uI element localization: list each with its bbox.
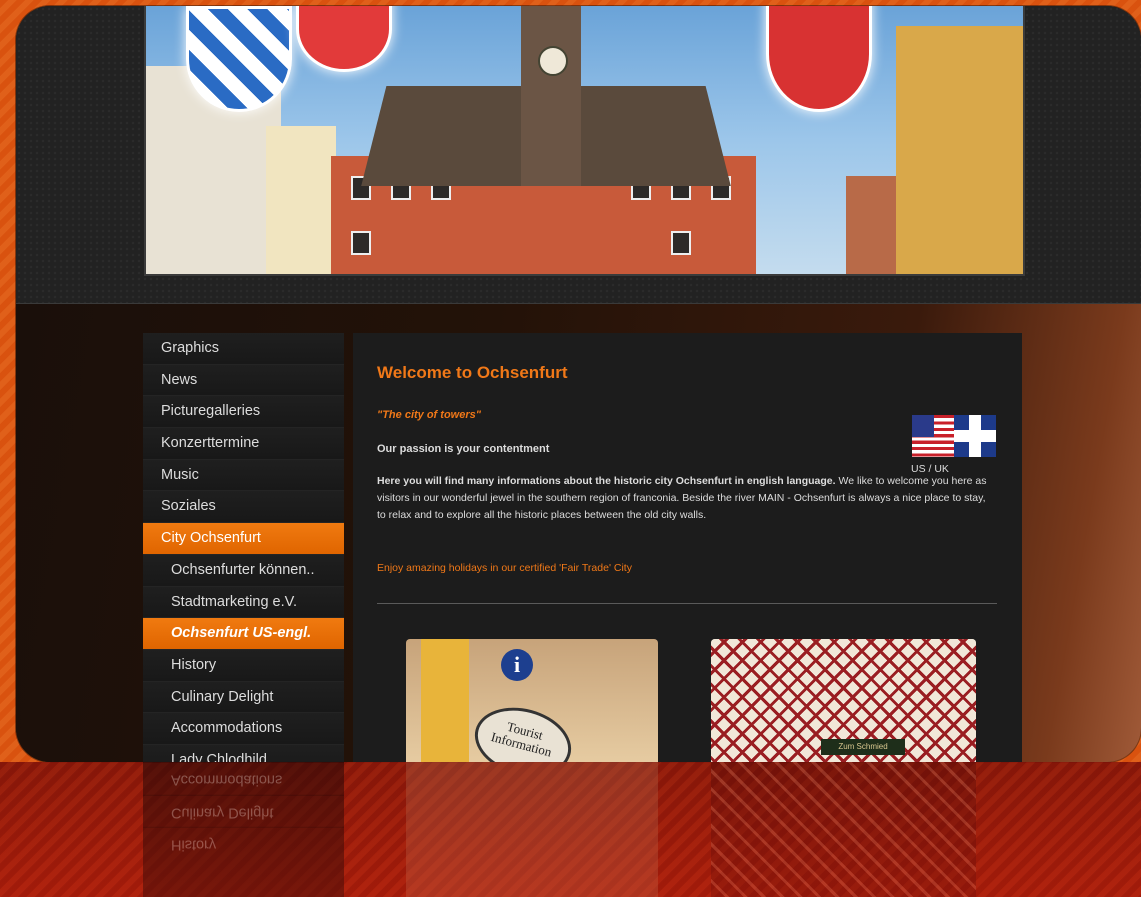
main-content: Welcome to Ochsenfurt "The city of tower… [353,333,1022,762]
half-timbered-house-photo[interactable]: Zum Schmied [711,639,976,762]
content-divider [377,603,997,604]
banner-house-right [896,26,1023,274]
ochsenfurt-coat-of-arms-icon [766,6,872,112]
tourist-information-photo[interactable]: i Tourist Information [406,639,658,762]
page-title: Welcome to Ochsenfurt [377,363,568,382]
us-uk-flag-icon[interactable] [912,415,996,457]
sidebar-item-ochsenfurt-us-engl[interactable]: Ochsenfurt US-engl. [143,618,344,650]
sidebar-item-culinary-delight[interactable]: Culinary Delight [143,681,344,714]
uk-flag-icon [954,415,996,457]
bavaria-coat-of-arms-icon [186,6,292,112]
sidebar-item-stadtmarketing-e-v[interactable]: Stadtmarketing e.V. [143,586,344,619]
sidebar-item-konzerttermine[interactable]: Konzerttermine [143,428,344,460]
info-icon: i [501,649,533,681]
sidebar-item-ochsenfurter-k-nnen[interactable]: Ochsenfurter können.. [143,554,344,587]
page-reflection: AccommodationsCulinary DelightHistory [0,762,1141,897]
reflection-fade [0,762,1141,897]
sidebar-item-music[interactable]: Music [143,459,344,492]
us-flag-icon [912,415,954,457]
sidebar-item-accommodations[interactable]: Accommodations [143,713,344,745]
fair-trade-text: Enjoy amazing holidays in our certified … [377,562,632,574]
inn-sign-text: Zum Schmied [821,739,905,755]
banner-window [671,231,691,255]
intro-bold-text: Here you will find many informations abo… [377,475,836,487]
motto-text: "The city of towers" [377,409,481,421]
sidebar-item-picturegalleries[interactable]: Picturegalleries [143,396,344,429]
banner-window [351,231,371,255]
photo-yellow-shutter [421,639,469,762]
intro-paragraph: Here you will find many informations abo… [377,473,987,523]
banner-house-left2 [266,126,336,274]
sidebar-item-city-ochsenfurt[interactable]: City Ochsenfurt [143,523,344,555]
sidebar-item-graphics[interactable]: Graphics [143,333,344,365]
passion-text: Our passion is your contentment [377,443,550,455]
flag-label[interactable]: US / UK [911,463,949,475]
sidebar-item-history[interactable]: History [143,649,344,682]
banner-clock-tower [521,6,581,186]
franconia-coat-of-arms-icon [296,6,392,72]
banner-clock [538,46,568,76]
sidebar-item-news[interactable]: News [143,364,344,397]
sidebar-item-lady-chlodhild[interactable]: Lady Chlodhild [143,744,344,762]
sidebar-item-soziales[interactable]: Soziales [143,491,344,524]
page-frame: Graphics News Picturegalleries Konzerttermi… [16,6,1141,762]
sidebar-nav: Graphics News Picturegalleries Konzerttermi… [143,333,344,762]
header-banner-image [144,6,1025,276]
